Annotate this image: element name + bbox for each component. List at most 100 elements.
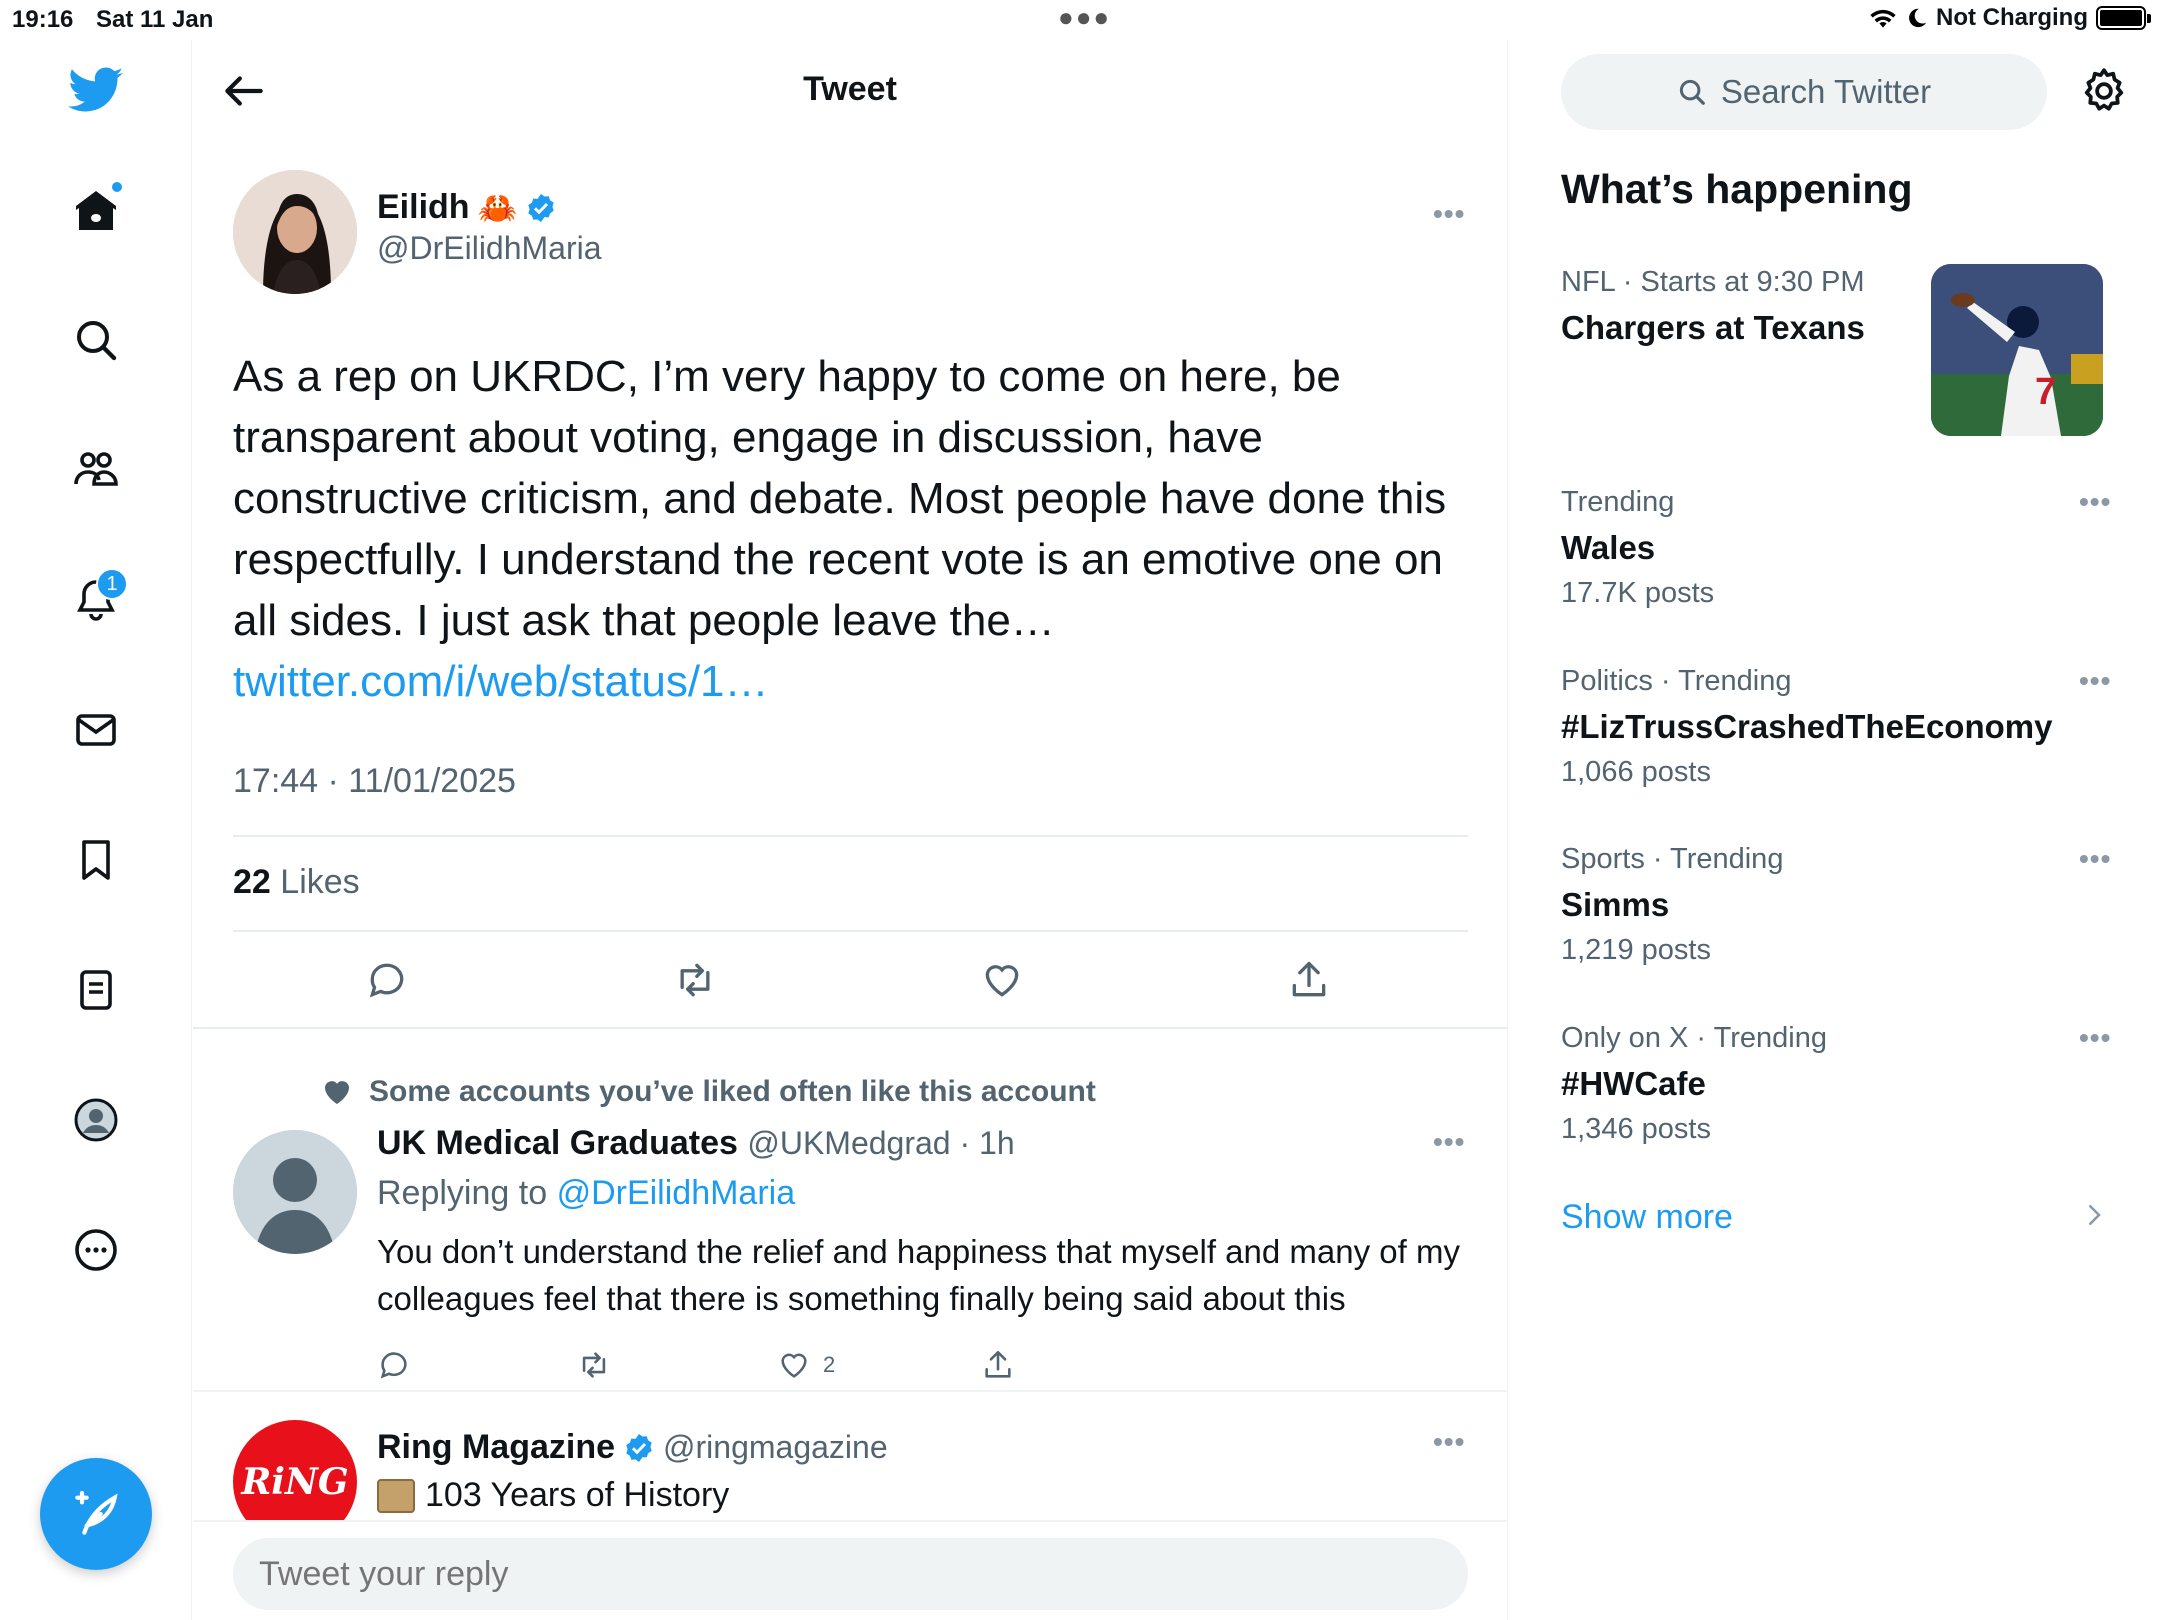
trend-more-icon[interactable]: ••• — [2079, 1022, 2111, 1054]
battery-icon — [2096, 6, 2151, 30]
main-column: Tweet Eilidh 🦀 @DrEilidhMaria ••• As a r… — [193, 40, 1508, 1620]
reply-retweet-button[interactable] — [577, 1348, 611, 1382]
ring-handle: @ringmagazine — [663, 1429, 888, 1465]
search-input[interactable]: Search Twitter — [1561, 54, 2047, 130]
bookmarks-icon[interactable] — [66, 830, 126, 890]
retweet-button[interactable] — [673, 958, 721, 1006]
twitter-logo-icon[interactable] — [66, 60, 126, 120]
scroll-icon — [377, 1478, 415, 1513]
reply-like-button[interactable]: 2 — [777, 1348, 835, 1382]
trend-item[interactable]: Only on X · Trending #HWCafe 1,346 posts — [1561, 1022, 2121, 1146]
whats-happening-title: What’s happening — [1561, 166, 1913, 212]
author-display-name: Eilidh — [377, 188, 470, 226]
reply-author[interactable]: UK Medical Graduates @UKMedgrad · 1h — [377, 1124, 1015, 1163]
reply-display-name: UK Medical Graduates — [377, 1124, 738, 1162]
status-bar: 19:16 Sat 11 Jan ●●● Not Charging — [0, 0, 2160, 40]
reply-text: You don’t understand the relief and happ… — [377, 1233, 1460, 1317]
replying-to-label: Replying to — [377, 1174, 548, 1212]
replying-to: Replying to @DrEilidhMaria — [377, 1174, 795, 1213]
trend-more-icon[interactable]: ••• — [2079, 486, 2111, 518]
trend-thumbnail-image[interactable]: 7 — [1931, 264, 2103, 436]
lists-icon[interactable] — [66, 960, 126, 1020]
trend-count: 17.7K posts — [1561, 577, 1715, 609]
heart-filled-icon — [325, 1081, 349, 1104]
reply-button[interactable] — [365, 958, 413, 1006]
ring-more-icon[interactable]: ••• — [1433, 1426, 1465, 1458]
reply-bar — [193, 1520, 1507, 1620]
author-emoji: 🦀 — [477, 189, 518, 226]
home-icon[interactable] — [66, 180, 126, 240]
trend-name: #HWCafe — [1561, 1065, 1706, 1102]
chevron-right-icon[interactable] — [2079, 1200, 2109, 1230]
trend-count: 1,066 posts — [1561, 756, 1711, 788]
right-sidebar: Search Twitter What’s happening NFL · St… — [1509, 40, 2160, 1620]
retweet-icon — [680, 963, 710, 997]
status-right: Not Charging — [1868, 4, 2151, 32]
likes-label: Likes — [280, 863, 360, 901]
share-icon — [985, 1350, 1011, 1378]
settings-gear-icon[interactable] — [2079, 66, 2129, 116]
trend-count: 1,219 posts — [1561, 934, 1711, 966]
ring-text: 103 Years of History — [377, 1476, 729, 1515]
trend-category: Only on X · Trending — [1561, 1022, 1827, 1054]
reply-share-button[interactable] — [981, 1348, 1015, 1382]
verified-badge-icon — [626, 1433, 652, 1462]
moon-icon — [1909, 8, 1927, 28]
reply-more-icon[interactable]: ••• — [1433, 1126, 1465, 1158]
trend-item[interactable]: Trending Wales 17.7K posts — [1561, 486, 2121, 610]
search-icon[interactable] — [66, 310, 126, 370]
main-header: Tweet — [193, 40, 1507, 140]
tweet-actions — [193, 958, 1507, 1018]
reply-icon — [380, 1352, 407, 1379]
reply-input[interactable] — [233, 1538, 1468, 1610]
more-options-icon[interactable] — [66, 1220, 126, 1280]
multitasking-dots-icon[interactable]: ●●● — [1058, 2, 1111, 33]
tweet-timestamp: 17:44 · 11/01/2025 — [233, 762, 516, 800]
communities-icon[interactable] — [66, 440, 126, 500]
notifications-bell-icon[interactable]: 1 — [66, 568, 128, 630]
trend-category: Politics · Trending — [1561, 665, 1792, 697]
status-date: Sat 11 Jan — [96, 6, 214, 33]
tweet-more-icon[interactable]: ••• — [1433, 198, 1465, 230]
like-button[interactable] — [980, 958, 1028, 1006]
trend-item[interactable]: Sports · Trending Simms 1,219 posts — [1561, 843, 2121, 967]
reply-avatar[interactable] — [233, 1130, 357, 1254]
heart-icon — [985, 965, 1019, 997]
reply-icon — [369, 963, 404, 998]
ring-text-content: 103 Years of History — [425, 1476, 730, 1514]
likes-number: 22 — [233, 863, 271, 901]
trend-name: Wales — [1561, 529, 1656, 566]
reply-handle-time: @UKMedgrad · 1h — [747, 1125, 1015, 1161]
author-name[interactable]: Eilidh 🦀 — [377, 188, 557, 227]
likes-count-link[interactable]: 22 Likes — [233, 863, 360, 902]
share-button[interactable] — [1287, 958, 1335, 1006]
wifi-icon — [1870, 9, 1896, 28]
replying-to-handle[interactable]: @DrEilidhMaria — [557, 1174, 796, 1212]
share-icon — [1292, 961, 1326, 997]
author-handle[interactable]: @DrEilidhMaria — [377, 230, 602, 267]
divider — [233, 835, 1468, 837]
tweet-body: As a rep on UKRDC, I’m very happy to com… — [233, 346, 1483, 712]
compose-tweet-button[interactable] — [40, 1458, 152, 1570]
messages-icon[interactable] — [66, 700, 126, 760]
trend-name: Simms — [1561, 886, 1670, 923]
profile-avatar-icon[interactable] — [66, 1090, 126, 1150]
divider — [233, 930, 1468, 932]
status-time: 19:16 — [12, 6, 74, 33]
divider — [193, 1027, 1507, 1029]
trend-count: 1,346 posts — [1561, 1113, 1711, 1145]
retweet-icon — [582, 1352, 606, 1378]
trend-more-icon[interactable]: ••• — [2079, 665, 2111, 697]
reply-reply-button[interactable] — [377, 1348, 411, 1382]
show-more-link[interactable]: Show more — [1561, 1198, 1733, 1237]
trend-item[interactable]: Politics · Trending #LizTrussCrashedTheE… — [1561, 665, 2121, 789]
home-unread-dot — [110, 180, 124, 194]
ring-author[interactable]: Ring Magazine @ringmagazine — [377, 1428, 888, 1467]
trend-more-icon[interactable]: ••• — [2079, 843, 2111, 875]
search-placeholder: Search Twitter — [1720, 73, 1932, 110]
ring-display-name: Ring Magazine — [377, 1428, 616, 1466]
tweet-link[interactable]: twitter.com/i/web/status/1… — [233, 651, 1483, 712]
search-icon — [1679, 79, 1705, 105]
page-title: Tweet — [803, 70, 897, 108]
author-avatar[interactable] — [233, 170, 357, 294]
